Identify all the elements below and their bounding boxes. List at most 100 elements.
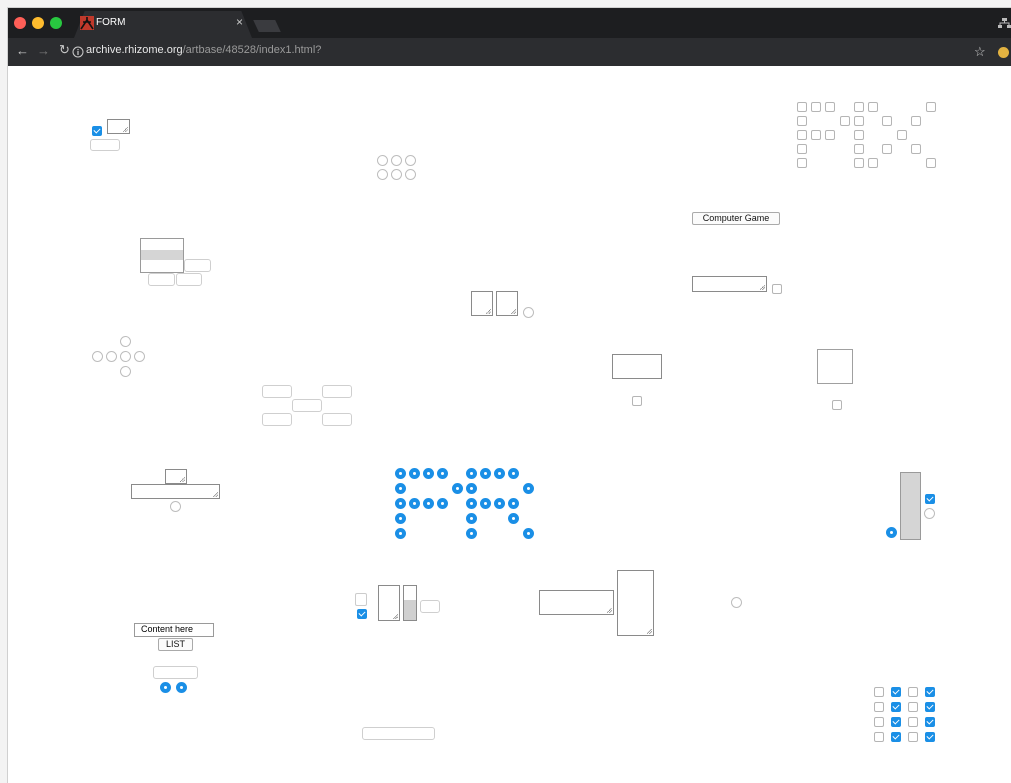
text-area[interactable] xyxy=(612,354,662,379)
radio[interactable] xyxy=(120,351,131,362)
radio[interactable] xyxy=(466,498,477,509)
checkbox[interactable] xyxy=(891,717,901,727)
radio[interactable] xyxy=(480,468,491,479)
radio[interactable] xyxy=(437,498,448,509)
checkbox[interactable] xyxy=(92,126,102,136)
checkbox[interactable] xyxy=(854,130,864,140)
checkbox[interactable] xyxy=(874,687,884,697)
text-area[interactable] xyxy=(471,291,493,316)
radio[interactable] xyxy=(466,483,477,494)
checkbox[interactable] xyxy=(874,717,884,727)
checkbox[interactable] xyxy=(854,116,864,126)
checkbox[interactable] xyxy=(874,702,884,712)
blank-button[interactable] xyxy=(90,139,120,151)
blank-button[interactable] xyxy=(184,259,211,272)
radio[interactable] xyxy=(395,498,406,509)
back-arrow-icon[interactable]: ← xyxy=(16,43,29,58)
checkbox[interactable] xyxy=(908,717,918,727)
radio[interactable] xyxy=(391,155,402,166)
checkbox[interactable] xyxy=(797,158,807,168)
bookmark-star-icon[interactable]: ☆ xyxy=(974,44,986,60)
radio[interactable] xyxy=(508,498,519,509)
checkbox[interactable] xyxy=(854,144,864,154)
list-box[interactable] xyxy=(140,238,184,273)
checkbox[interactable] xyxy=(891,732,901,742)
text-area[interactable] xyxy=(539,590,614,615)
checkbox[interactable] xyxy=(868,102,878,112)
checkbox[interactable] xyxy=(811,130,821,140)
checkbox[interactable] xyxy=(357,609,367,619)
radio[interactable] xyxy=(494,498,505,509)
radio[interactable] xyxy=(423,498,434,509)
checkbox[interactable] xyxy=(891,702,901,712)
checkbox[interactable] xyxy=(874,732,884,742)
radio[interactable] xyxy=(395,513,406,524)
checkbox[interactable] xyxy=(632,396,642,406)
radio[interactable] xyxy=(466,513,477,524)
radio[interactable] xyxy=(405,155,416,166)
checkbox[interactable] xyxy=(908,687,918,697)
radio[interactable] xyxy=(92,351,103,362)
close-tab-icon[interactable]: × xyxy=(236,15,243,29)
checkbox[interactable] xyxy=(926,102,936,112)
list-button[interactable]: LIST xyxy=(158,638,193,651)
radio[interactable] xyxy=(395,528,406,539)
radio[interactable] xyxy=(106,351,117,362)
new-tab-button[interactable] xyxy=(253,20,281,32)
radio[interactable] xyxy=(508,468,519,479)
checkbox[interactable] xyxy=(908,732,918,742)
content-input[interactable]: Content here xyxy=(134,623,214,637)
checkbox[interactable] xyxy=(854,158,864,168)
radio[interactable] xyxy=(523,307,534,318)
radio[interactable] xyxy=(409,468,420,479)
address-bar[interactable]: archive.rhizome.org/artbase/48528/index1… xyxy=(86,44,321,56)
blank-button[interactable] xyxy=(262,385,292,398)
computer-game-button[interactable]: Computer Game xyxy=(692,212,780,225)
radio[interactable] xyxy=(437,468,448,479)
radio[interactable] xyxy=(494,468,505,479)
text-area[interactable] xyxy=(692,276,767,292)
checkbox[interactable] xyxy=(797,102,807,112)
text-area[interactable] xyxy=(817,349,853,384)
forward-arrow-icon[interactable]: → xyxy=(37,43,50,58)
text-area[interactable] xyxy=(617,570,654,636)
blank-button[interactable] xyxy=(176,273,202,286)
checkbox[interactable] xyxy=(840,116,850,126)
reload-icon[interactable]: ↻ xyxy=(59,42,70,58)
checkbox[interactable] xyxy=(911,116,921,126)
checkbox[interactable] xyxy=(797,144,807,154)
radio[interactable] xyxy=(120,366,131,377)
checkbox[interactable] xyxy=(911,144,921,154)
blank-button[interactable] xyxy=(148,273,175,286)
checkbox[interactable] xyxy=(897,130,907,140)
list-box-selected-row[interactable] xyxy=(141,250,183,260)
blank-button[interactable] xyxy=(420,600,440,613)
radio[interactable] xyxy=(377,169,388,180)
checkbox[interactable] xyxy=(925,687,935,697)
checkbox[interactable] xyxy=(825,102,835,112)
blank-button[interactable] xyxy=(262,413,292,426)
radio[interactable] xyxy=(523,528,534,539)
radio[interactable] xyxy=(423,468,434,479)
text-area[interactable] xyxy=(165,469,187,484)
radio[interactable] xyxy=(480,498,491,509)
radio[interactable] xyxy=(886,527,897,538)
checkbox[interactable] xyxy=(891,687,901,697)
radio[interactable] xyxy=(523,483,534,494)
vertical-text-area[interactable] xyxy=(900,472,921,540)
blank-button[interactable] xyxy=(355,593,367,606)
text-area[interactable] xyxy=(107,119,130,134)
radio[interactable] xyxy=(160,682,171,693)
radio[interactable] xyxy=(377,155,388,166)
radio[interactable] xyxy=(120,336,131,347)
checkbox[interactable] xyxy=(882,116,892,126)
checkbox[interactable] xyxy=(926,158,936,168)
checkbox[interactable] xyxy=(797,130,807,140)
checkbox[interactable] xyxy=(868,158,878,168)
radio[interactable] xyxy=(170,501,181,512)
text-area[interactable] xyxy=(131,484,220,499)
checkbox[interactable] xyxy=(811,102,821,112)
blank-button[interactable] xyxy=(322,413,352,426)
checkbox[interactable] xyxy=(882,144,892,154)
blank-button[interactable] xyxy=(362,727,435,740)
